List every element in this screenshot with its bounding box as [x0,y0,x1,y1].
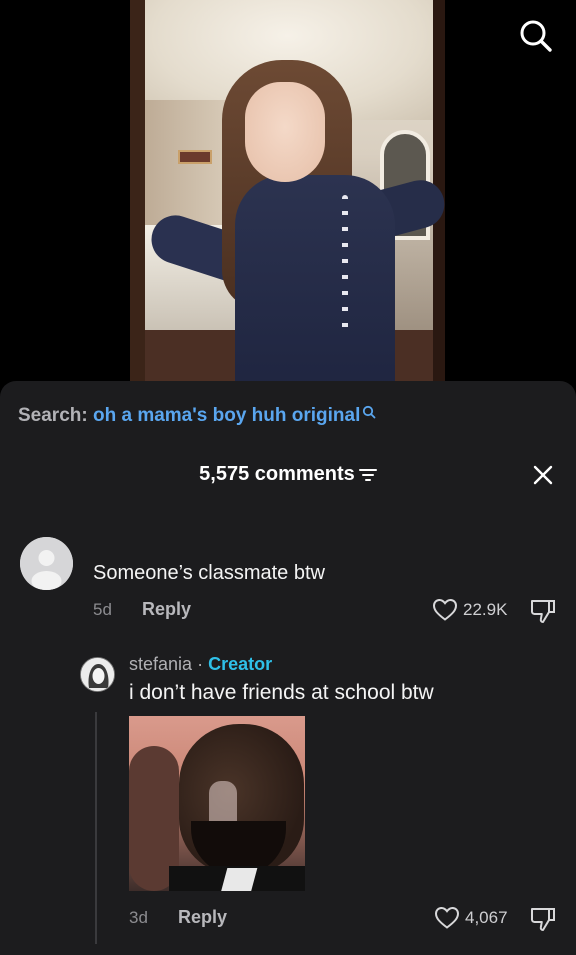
comment-timestamp: 5d [93,600,112,619]
filter-icon[interactable] [358,468,377,482]
video-person-shirt-buttons [342,195,348,335]
search-label: Search: [18,405,88,426]
close-icon[interactable] [531,463,555,487]
thumbs-down-icon[interactable] [529,598,557,624]
reply-image-collar [220,868,258,891]
reply-thread-line [95,712,97,944]
video-person-face [245,82,325,182]
thumbs-down-icon[interactable] [529,906,557,932]
comment-timestamp: 3d [129,908,148,927]
comments-count: 5,575 comments [199,463,355,485]
reply-button[interactable]: Reply [178,907,227,928]
avatar[interactable] [20,537,73,590]
like-button[interactable]: 4,067 [434,906,508,930]
creator-badge: Creator [208,654,273,674]
like-count: 4,067 [465,908,508,927]
heart-icon [432,598,458,621]
heart-icon [434,906,460,929]
reply-button[interactable]: Reply [142,599,191,620]
comments-header: 5,575 comments [0,463,576,486]
reply-text: i don’t have friends at school btw [129,681,434,704]
like-count: 22.9K [463,600,508,619]
search-icon[interactable] [518,18,554,54]
like-button[interactable]: 22.9K [432,598,507,622]
separator-dot: · [197,654,204,674]
video-door-left [130,0,145,385]
video-wall-picture [178,150,212,164]
reply-image[interactable] [129,716,305,891]
avatar[interactable] [80,657,115,692]
comment-search-suggestion[interactable]: Search: oh a mama's boy huh original [18,405,376,427]
video-player[interactable] [0,0,576,385]
reply-author-line: stefania · Creator [129,654,272,675]
comment-text: Someone’s classmate btw [93,562,325,584]
video-frame[interactable] [130,0,445,385]
search-query-link[interactable]: oh a mama's boy huh original [93,405,360,426]
default-user-icon [20,537,73,590]
reply-author[interactable]: stefania [129,654,192,674]
search-icon [363,405,376,419]
video-person-shirt [235,175,395,385]
